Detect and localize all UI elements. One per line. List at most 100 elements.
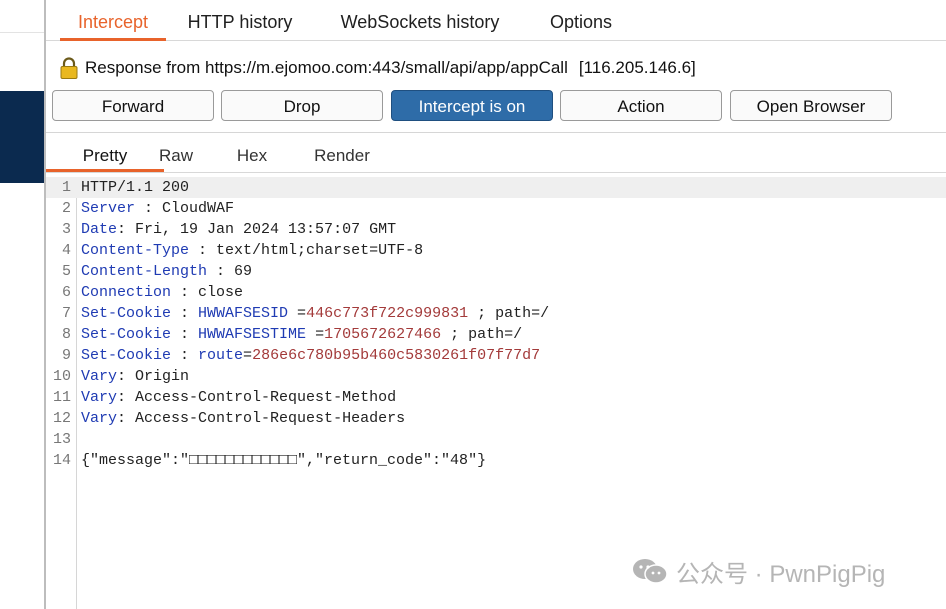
header-name: Vary [81,389,118,406]
header-value: Fri, 19 Jan 2024 13:57:07 GMT [135,221,397,238]
header-name: Content-Type [81,242,190,259]
separator: : [207,263,235,280]
response-ip: [116.205.146.6] [578,58,696,77]
separator: : [117,221,136,238]
separator: : [117,368,136,385]
line-content: Content-Type : text/html;charset=UTF-8 [81,240,423,261]
line-number: 10 [52,368,71,385]
code-line: 9 Set-Cookie : route=286e6c780b95b460c583… [46,345,946,366]
line-content: Date: Fri, 19 Jan 2024 13:57:07 GMT [81,219,396,240]
background-divider [0,32,44,33]
separator: : [135,200,163,217]
code-line: 8 Set-Cookie : HWWAFSESTIME =170567262746… [46,324,946,345]
watermark: 公众号 · PwnPigPig [632,556,886,588]
cookie-name: route [198,347,244,364]
intercept-panel: Intercept HTTP history WebSockets histor… [46,0,946,609]
code-line: 1 HTTP/1.1 200 [46,177,946,198]
line-content: Vary: Access-Control-Request-Headers [81,408,405,429]
line-content: {"message":"□□□□□□□□□□□□","return_code":… [81,450,486,471]
forward-button[interactable]: Forward [52,90,214,121]
line-content: Vary: Access-Control-Request-Method [81,387,396,408]
header-name: Set-Cookie [81,347,172,364]
cookie-attrs: ; path=/ [468,305,550,322]
intercept-toggle-button[interactable]: Intercept is on [391,90,553,121]
separator: : [117,389,136,406]
header-name: Set-Cookie [81,326,172,343]
line-number: 7 [61,305,71,322]
header-value: Access-Control-Request-Method [135,389,397,406]
line-content: HTTP/1.1 200 [81,177,189,198]
background-window-strip [0,0,44,609]
tab-render[interactable]: Render [302,139,382,169]
code-line: 14 {"message":"□□□□□□□□□□□□","return_code… [46,450,946,471]
code-line: 12 Vary: Access-Control-Request-Headers [46,408,946,429]
header-name: Connection [81,284,172,301]
cookie-value: 446c773f722c999831 [306,305,469,322]
proxy-tab-bar: Intercept HTTP history WebSockets histor… [46,0,946,41]
cookie-name: HWWAFSESTIME [198,326,307,343]
cookie-name: HWWAFSESID [198,305,289,322]
watermark-text: 公众号 · PwnPigPig [676,560,886,588]
equals: = [243,347,253,364]
header-value: Access-Control-Request-Headers [135,410,406,427]
line-number: 5 [61,263,71,280]
background-navy-band [0,91,44,183]
equals: = [288,305,307,322]
raw-text: HTTP/1.1 200 [81,179,190,196]
tab-hex[interactable]: Hex [222,139,282,169]
code-line: 6 Connection : close [46,282,946,303]
line-number: 9 [61,347,71,364]
tab-options[interactable]: Options [536,0,626,38]
header-value: CloudWAF [162,200,235,217]
lock-icon [60,57,78,79]
line-content: Set-Cookie : HWWAFSESTIME =1705672627466… [81,324,522,345]
tab-websockets-history[interactable]: WebSockets history [328,0,512,38]
separator: : [189,242,217,259]
code-line: 10 Vary: Origin [46,366,946,387]
header-name: Content-Length [81,263,208,280]
wechat-icon [633,559,668,584]
separator: : [171,347,199,364]
raw-text: {"message":"□□□□□□□□□□□□","return_code":… [81,452,487,469]
line-number: 4 [61,242,71,259]
tab-http-history[interactable]: HTTP history [178,0,302,38]
cookie-attrs: ; path=/ [441,326,523,343]
code-line: 3 Date: Fri, 19 Jan 2024 13:57:07 GMT [46,219,946,240]
code-line: 5 Content-Length : 69 [46,261,946,282]
line-number: 11 [52,389,71,406]
line-number: 3 [61,221,71,238]
line-number: 14 [52,452,71,469]
header-value: close [198,284,244,301]
separator: : [171,284,199,301]
line-number: 8 [61,326,71,343]
line-content: Set-Cookie : route=286e6c780b95b460c5830… [81,345,540,366]
tab-intercept[interactable]: Intercept [60,0,166,41]
message-view-tabs: Pretty Raw Hex Render [46,139,946,173]
line-number: 2 [61,200,71,217]
line-number: 13 [52,431,71,448]
separator: : [171,326,199,343]
open-browser-button[interactable]: Open Browser [730,90,892,121]
line-content: Set-Cookie : HWWAFSESID =446c773f722c999… [81,303,549,324]
header-value: 69 [234,263,253,280]
action-button[interactable]: Action [560,90,722,121]
equals: = [306,326,325,343]
response-info: Response from https://m.ejomoo.com:443/s… [60,56,696,80]
header-name: Vary [81,410,118,427]
code-line: 7 Set-Cookie : HWWAFSESID =446c773f722c99… [46,303,946,324]
line-number: 6 [61,284,71,301]
line-content: Connection : close [81,282,243,303]
tab-raw[interactable]: Raw [146,139,206,169]
code-line: 4 Content-Type : text/html;charset=UTF-8 [46,240,946,261]
separator: : [117,410,136,427]
header-name: Date [81,221,118,238]
header-name: Vary [81,368,118,385]
line-content: Vary: Origin [81,366,189,387]
response-editor[interactable]: 1 HTTP/1.1 200 2 Server : CloudWAF 3 Date: Fr… [46,177,946,609]
section-divider [46,132,946,133]
response-url: Response from https://m.ejomoo.com:443/s… [85,58,568,77]
drop-button[interactable]: Drop [221,90,383,121]
header-name: Server [81,200,136,217]
code-line: 13 [46,429,946,450]
header-name: Set-Cookie [81,305,172,322]
